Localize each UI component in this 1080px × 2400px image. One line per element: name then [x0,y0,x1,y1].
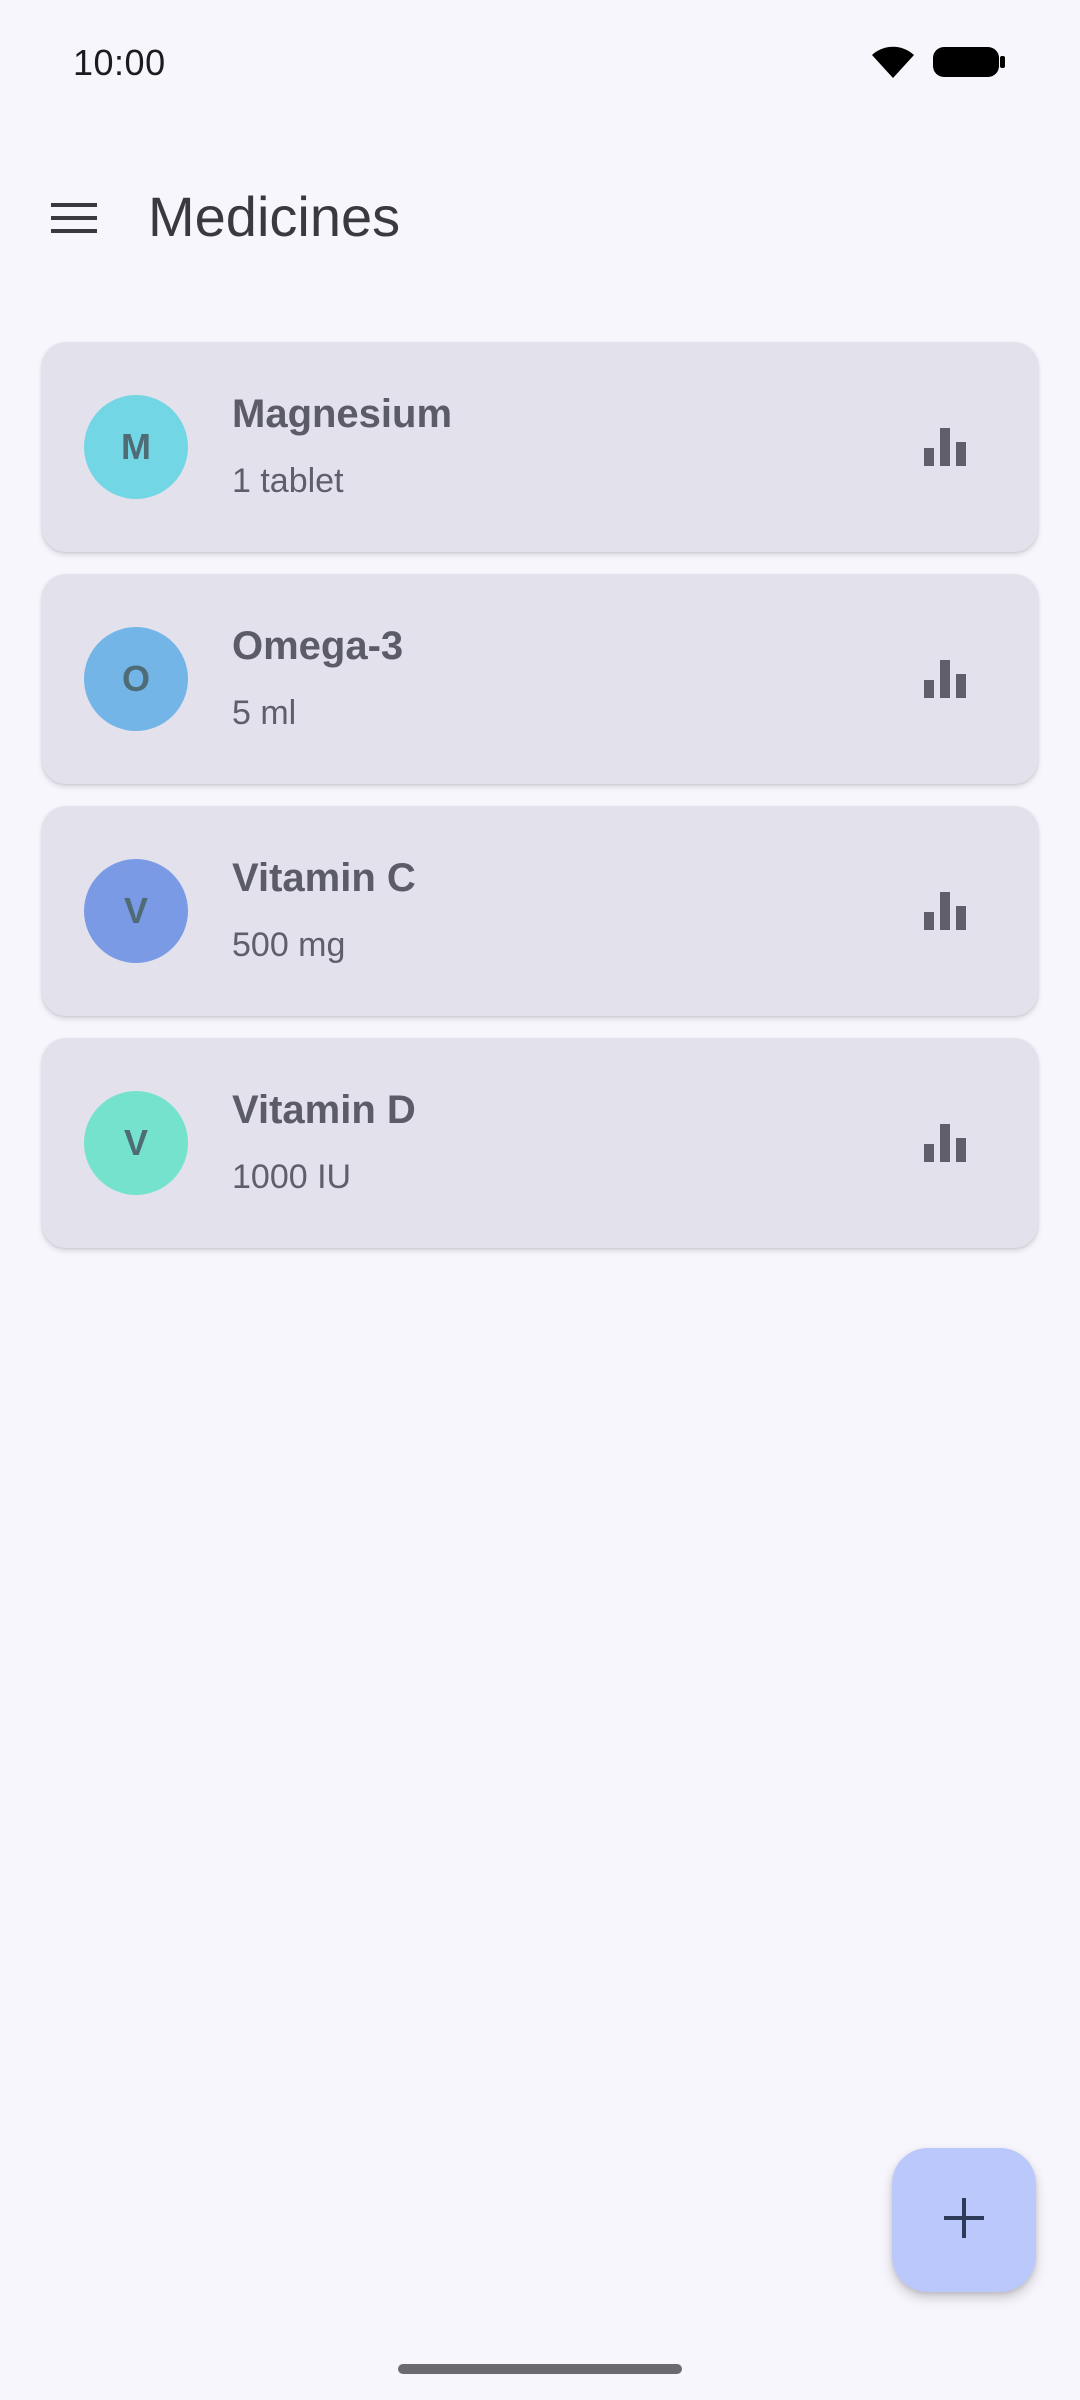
medicine-card-vitamin-c[interactable]: V Vitamin C 500 mg [42,806,1038,1016]
stats-button[interactable] [910,646,980,716]
medicine-dose: 5 ml [232,694,297,732]
avatar: O [84,627,188,731]
status-bar: 10:00 [0,0,1080,128]
avatar: V [84,1091,188,1195]
medicine-card-vitamin-d[interactable]: V Vitamin D 1000 IU [42,1038,1038,1248]
stats-button[interactable] [910,878,980,948]
medicine-list: M Magnesium 1 tablet O Omega-3 5 ml V Vi… [42,342,1038,1270]
app-bar: Medicines [0,150,1080,280]
bar-chart-icon [922,1122,968,1169]
medicine-card-magnesium[interactable]: M Magnesium 1 tablet [42,342,1038,552]
home-indicator[interactable] [398,2364,682,2374]
plus-icon [942,2196,986,2245]
medicine-name: Vitamin D [232,1088,416,1132]
wifi-icon [870,44,916,85]
bar-chart-icon [922,890,968,937]
page-title: Medicines [148,185,401,248]
bar-chart-icon [922,658,968,705]
medicine-card-omega-3[interactable]: O Omega-3 5 ml [42,574,1038,784]
status-icons [870,44,1006,85]
medicine-name: Omega-3 [232,624,404,668]
battery-icon [932,44,1006,85]
avatar: V [84,859,188,963]
stats-button[interactable] [910,1110,980,1180]
menu-button[interactable] [36,182,112,258]
bar-chart-icon [922,426,968,473]
medicine-dose: 1 tablet [232,462,344,500]
medicine-dose: 1000 IU [232,1158,352,1196]
medicine-dose: 500 mg [232,926,346,964]
avatar: M [84,395,188,499]
add-medicine-button[interactable] [892,2148,1036,2292]
medicine-name: Magnesium [232,392,453,436]
stats-button[interactable] [910,414,980,484]
hamburger-menu-icon [49,200,99,241]
status-time: 10:00 [73,42,166,83]
medicine-name: Vitamin C [232,856,416,900]
